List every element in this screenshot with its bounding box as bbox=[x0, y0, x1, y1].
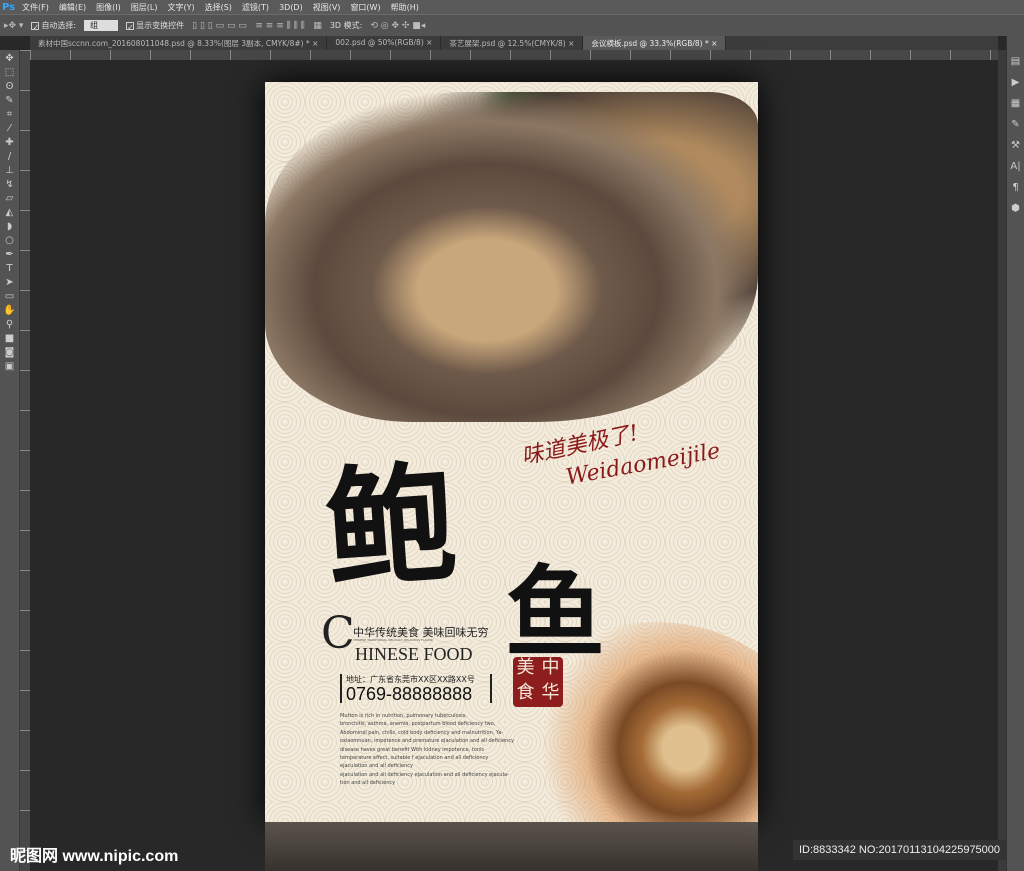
right-panel-dock: ▤ ▶ ▦ ✎ ⚒ A| ¶ ⬢ bbox=[1006, 36, 1024, 871]
quick-mask-icon[interactable]: ◙ bbox=[5, 347, 15, 358]
show-transform-checkbox[interactable]: ✓ 显示变换控件 bbox=[126, 20, 185, 32]
tab-label: 会议横板.psd @ 33.3%(RGB/8) * bbox=[591, 39, 709, 48]
menu-image[interactable]: 图像(I) bbox=[96, 2, 121, 13]
body-text: Mutton is rich in nutrition, pulmonary t… bbox=[340, 712, 520, 788]
tab-document-1[interactable]: 素材中国sccnn.com_201608011048.psd @ 8.33%(图… bbox=[30, 36, 328, 50]
horizontal-ruler bbox=[30, 50, 998, 61]
healing-tool-icon[interactable]: ✚ bbox=[5, 137, 13, 148]
screen-mode-icon[interactable]: ▣ bbox=[5, 361, 14, 372]
options-bar: ▸✥ ▾ ✓ 自动选择: 组 ✓ 显示变换控件 ▯ ▯ ▯ ▭ ▭ ▭ ≡ ≡ ≡ … bbox=[0, 14, 1024, 36]
menu-3d[interactable]: 3D(D) bbox=[279, 3, 303, 12]
auto-select-checkbox[interactable]: ✓ 自动选择: bbox=[31, 20, 77, 32]
poster-canvas[interactable]: 鲍 鱼 味道美极了! Weidaomeijile C 中华传统美食 美味回味无穷… bbox=[265, 82, 758, 822]
menu-help[interactable]: 帮助(H) bbox=[391, 2, 419, 13]
hand-tool-icon[interactable]: ✋ bbox=[3, 305, 15, 316]
english-initial: C bbox=[321, 608, 355, 659]
paragraph-icon[interactable]: ¶ bbox=[1012, 182, 1018, 193]
dodge-tool-icon[interactable]: ○ bbox=[5, 235, 14, 246]
3d-tools-icons[interactable]: ⟲ ◎ ✥ ✣ ■◂ bbox=[370, 21, 425, 31]
zoom-tool-icon[interactable]: ⚲ bbox=[6, 319, 13, 330]
tab-document-4[interactable]: 会议横板.psd @ 33.3%(RGB/8) * × bbox=[583, 36, 727, 50]
title-char-bao: 鲍 bbox=[320, 445, 461, 608]
pen-tool-icon[interactable]: ✒ bbox=[5, 249, 13, 260]
layers-icon[interactable]: ▦ bbox=[1011, 98, 1020, 109]
seal-char: 美 bbox=[516, 657, 535, 678]
menu-edit[interactable]: 编辑(E) bbox=[59, 2, 86, 13]
brush-tool-icon[interactable]: / bbox=[8, 151, 11, 162]
menu-filter[interactable]: 滤镜(T) bbox=[242, 2, 269, 13]
3d-mode-label: 3D 模式: bbox=[329, 21, 363, 30]
shape-tool-icon[interactable]: ▭ bbox=[5, 291, 14, 302]
body-line: bronchitis, asthma, anemia, postpartum b… bbox=[340, 721, 496, 728]
menu-window[interactable]: 窗口(W) bbox=[350, 2, 380, 13]
tools-panel: ✥ ⬚ ʘ ✎ ⌗ ⁄ ✚ / ⊥ ↯ ▱ ◭ ◗ ○ ✒ T ➤ ▭ ✋ ⚲ … bbox=[0, 50, 20, 871]
3d-icon[interactable]: ⬢ bbox=[1011, 203, 1020, 214]
eyedropper-tool-icon[interactable]: ⁄ bbox=[9, 123, 11, 134]
auto-select-dropdown[interactable]: 组 bbox=[84, 20, 119, 31]
vertical-scrollbar[interactable] bbox=[998, 50, 1006, 871]
body-line: ejaculation and all deficiency ejaculati… bbox=[340, 771, 509, 778]
body-line: Mutton is rich in nutrition, pulmonary t… bbox=[340, 713, 467, 719]
tab-document-2[interactable]: 002.psd @ 50%(RGB/8) × bbox=[327, 36, 442, 50]
image-id-label: ID:8833342 NO:20170113104225975000 bbox=[793, 840, 1007, 860]
move-tool-icon[interactable]: ✥ bbox=[5, 53, 13, 64]
menu-file[interactable]: 文件(F) bbox=[22, 2, 49, 13]
body-line: Abdominal pain, chills, cold body defici… bbox=[340, 729, 504, 736]
phone-number: 0769-88888888 bbox=[346, 684, 473, 704]
menu-type[interactable]: 文字(Y) bbox=[167, 2, 194, 13]
menu-select[interactable]: 选择(S) bbox=[205, 2, 232, 13]
abalone-photo bbox=[265, 92, 758, 422]
eraser-tool-icon[interactable]: ▱ bbox=[6, 193, 14, 204]
seal-char: 食 bbox=[516, 682, 535, 703]
body-line: ejaculation and all deficiency bbox=[340, 763, 413, 770]
vertical-ruler bbox=[20, 50, 30, 871]
marquee-tool-icon[interactable]: ⬚ bbox=[5, 67, 14, 78]
brush-presets-icon[interactable]: ✎ bbox=[1011, 119, 1019, 130]
play-icon[interactable]: ▶ bbox=[1012, 77, 1020, 88]
tool-presets-icon[interactable]: ⚒ bbox=[1011, 140, 1020, 151]
body-line: tion and all deficiency bbox=[340, 780, 396, 787]
lasso-tool-icon[interactable]: ʘ bbox=[6, 81, 14, 92]
title-char-yu: 鱼 bbox=[505, 554, 605, 672]
blur-tool-icon[interactable]: ◗ bbox=[7, 221, 12, 232]
seal-char: 中 bbox=[541, 657, 560, 678]
red-seal-stamp: 美 中 食 华 bbox=[513, 657, 563, 707]
type-tool-icon[interactable]: T bbox=[6, 263, 12, 274]
document-tabs: 素材中国sccnn.com_201608011048.psd @ 8.33%(图… bbox=[30, 36, 998, 50]
contact-block: 地址：广东省东莞市XX区XX路XX号 0769-88888888 bbox=[340, 674, 492, 703]
history-brush-icon[interactable]: ↯ bbox=[5, 179, 13, 190]
english-title: HINESE FOOD bbox=[355, 644, 473, 664]
watermark: 昵图网 www.nipic.com bbox=[10, 848, 179, 865]
body-line: oxiaomnuan, impotence and premature ejac… bbox=[340, 738, 514, 745]
seal-char: 华 bbox=[541, 682, 560, 703]
auto-select-label: 自动选择: bbox=[41, 21, 77, 30]
body-line: disease haves great benefit With kidney … bbox=[340, 746, 485, 753]
path-select-tool-icon[interactable]: ➤ bbox=[5, 277, 13, 288]
character-icon[interactable]: A| bbox=[1010, 161, 1020, 172]
tab-label: 茶艺展架.psd @ 12.5%(CMYK/8) bbox=[449, 39, 566, 48]
quick-select-tool-icon[interactable]: ✎ bbox=[5, 95, 13, 106]
tab-document-3[interactable]: 茶艺展架.psd @ 12.5%(CMYK/8) × bbox=[441, 36, 584, 50]
tab-label: 002.psd @ 50%(RGB/8) bbox=[335, 38, 424, 47]
crop-tool-icon[interactable]: ⌗ bbox=[7, 109, 13, 120]
menu-bar: Ps 文件(F) 编辑(E) 图像(I) 图层(L) 文字(Y) 选择(S) 滤… bbox=[0, 0, 1024, 14]
tab-label: 素材中国sccnn.com_201608011048.psd @ 8.33%(图… bbox=[38, 39, 310, 48]
stamp-tool-icon[interactable]: ⊥ bbox=[5, 165, 14, 176]
show-transform-label: 显示变换控件 bbox=[136, 21, 185, 30]
body-line: temperature effect, suitable f ejaculati… bbox=[340, 755, 489, 762]
photoshop-logo: Ps bbox=[2, 1, 16, 13]
tagline-small: CHINESE TRADITIONAL DELICACY DELICIOUS F… bbox=[353, 638, 433, 642]
menu-layer[interactable]: 图层(L) bbox=[131, 2, 158, 13]
menu-view[interactable]: 视图(V) bbox=[313, 2, 341, 13]
poster-reflection bbox=[265, 822, 758, 871]
color-swatches-icon[interactable]: ■ bbox=[5, 333, 14, 344]
histogram-icon[interactable]: ▤ bbox=[1011, 56, 1020, 67]
move-tool-icon[interactable]: ▸✥ ▾ bbox=[4, 21, 23, 31]
align-icons[interactable]: ▯ ▯ ▯ ▭ ▭ ▭ ≡ ≡ ≡ ⫼ ⫼ ⫼ ▦ bbox=[192, 21, 322, 31]
bucket-tool-icon[interactable]: ◭ bbox=[6, 207, 14, 218]
